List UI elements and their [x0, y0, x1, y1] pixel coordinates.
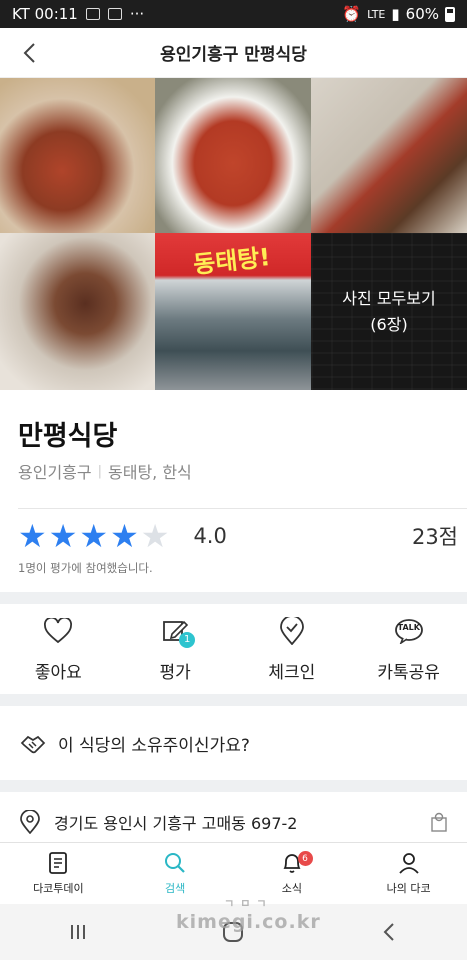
back-arrow-icon: [383, 923, 394, 941]
restaurant-name: 만평식당: [18, 421, 118, 452]
star-icon: ★: [140, 517, 170, 555]
photo-5[interactable]: 동태탕!: [155, 233, 311, 390]
photo-grid: 동태탕! 사진 모두보기 (6장): [0, 78, 467, 390]
edit-icon: 1: [159, 616, 196, 648]
photo-sign-text: 동태탕!: [192, 243, 272, 279]
kakaotalk-share-label: 카톡공유: [377, 662, 440, 683]
recent-apps-button[interactable]: [58, 912, 98, 952]
checkin-icon: [276, 616, 308, 646]
kakaotalk-share-button[interactable]: TALK 카톡공유: [350, 604, 467, 694]
restaurant-category: 동태탕, 한식: [108, 463, 192, 482]
map-pin-copy-icon[interactable]: [431, 812, 447, 832]
action-bar: 좋아요 1 평가 체크인 TALK 카톡공유: [0, 604, 467, 694]
news-badge: 6: [297, 851, 313, 866]
checkin-label: 체크인: [268, 662, 316, 683]
back-nav-button[interactable]: [369, 912, 409, 952]
photo-4[interactable]: [0, 233, 155, 390]
like-button[interactable]: 좋아요: [0, 604, 117, 694]
view-all-text: 사진 모두보기: [342, 288, 436, 308]
address-text: 경기도 용인시 기흥구 고매동 697-2: [54, 814, 298, 833]
photo-count: (6장): [370, 314, 408, 334]
rating-points: 23점: [411, 525, 458, 549]
page-title: 용인기흥구 만평식당: [160, 45, 307, 65]
heart-icon: [42, 616, 74, 646]
star-icon: ★: [48, 517, 78, 555]
cloud-icon: [107, 8, 122, 20]
back-button[interactable]: [14, 38, 44, 68]
talk-icon: TALK: [393, 616, 425, 646]
talk-icon-text: TALK: [397, 622, 420, 632]
star-rating: ★ ★ ★ ★ ★: [18, 520, 169, 552]
star-icon: ★: [79, 517, 109, 555]
checkin-button[interactable]: 체크인: [234, 604, 351, 694]
location-pin-icon: [20, 810, 40, 834]
restaurant-info: 만평식당 용인기흥구 | 동태탕, 한식 ★ ★ ★ ★ ★ 4.0 23점 1명이 평…: [0, 390, 467, 590]
recent-apps-icon: [70, 925, 85, 939]
watermark-text: kimegi.co.kr: [176, 911, 321, 933]
status-bar: KT 00:11 ··· ⏰ LTE ▮ 60%: [0, 0, 467, 28]
restaurant-meta: 용인기흥구 | 동태탕, 한식: [18, 459, 192, 483]
review-button[interactable]: 1 평가: [117, 604, 234, 694]
search-icon: [165, 852, 185, 873]
star-icon: ★: [18, 517, 47, 555]
photo-2[interactable]: [155, 78, 311, 233]
view-all-photos-label: 사진 모두보기 (6장): [342, 286, 435, 338]
signal-icon: ▮: [391, 5, 400, 23]
owner-claim-text: 이 식당의 소유주이신가요?: [58, 735, 250, 756]
meta-separator: |: [97, 463, 102, 479]
rating-row: ★ ★ ★ ★ ★ 4.0 23점: [18, 516, 458, 556]
network-label: LTE: [367, 7, 386, 21]
document-icon: [49, 851, 68, 874]
divider: [18, 508, 467, 509]
tab-label: 나의 다코: [386, 881, 431, 895]
tab-label: 검색: [165, 881, 186, 895]
photo-3[interactable]: [311, 78, 467, 233]
view-all-photos-button[interactable]: 사진 모두보기 (6장): [311, 233, 467, 390]
review-label: 평가: [159, 662, 191, 683]
rating-score: 4.0: [193, 524, 227, 548]
section-gap: [0, 780, 467, 792]
section-gap: [0, 592, 467, 604]
section-gap: [0, 694, 467, 706]
watermark: ㄱㅁㄱ kimegi.co.kr: [176, 895, 321, 933]
like-label: 좋아요: [34, 662, 82, 683]
photo-1[interactable]: [0, 78, 155, 233]
battery-label: 60%: [405, 5, 439, 23]
handshake-icon: [20, 735, 46, 754]
star-icon: ★: [110, 517, 139, 555]
carrier-time: KT 00:11: [12, 5, 78, 23]
chevron-left-icon: [23, 43, 35, 63]
notification-icon: [85, 8, 100, 20]
battery-icon: [445, 6, 455, 22]
restaurant-region: 용인기흥구: [18, 463, 92, 482]
tab-label: 소식: [281, 881, 302, 895]
person-icon: [398, 852, 419, 874]
app-header: 용인기흥구 만평식당: [0, 28, 467, 78]
alarm-icon: ⏰: [342, 5, 362, 23]
vote-count-text: 1명이 평가에 참여했습니다.: [18, 561, 153, 575]
review-badge: 1: [179, 631, 196, 648]
owner-claim-row[interactable]: 이 식당의 소유주이신가요?: [0, 706, 467, 780]
tab-label: 다코투데이: [33, 881, 84, 895]
tab-my-dako[interactable]: 나의 다코: [350, 843, 467, 904]
tab-dakotoday[interactable]: 다코투데이: [0, 843, 117, 904]
status-dots: ···: [129, 5, 145, 23]
